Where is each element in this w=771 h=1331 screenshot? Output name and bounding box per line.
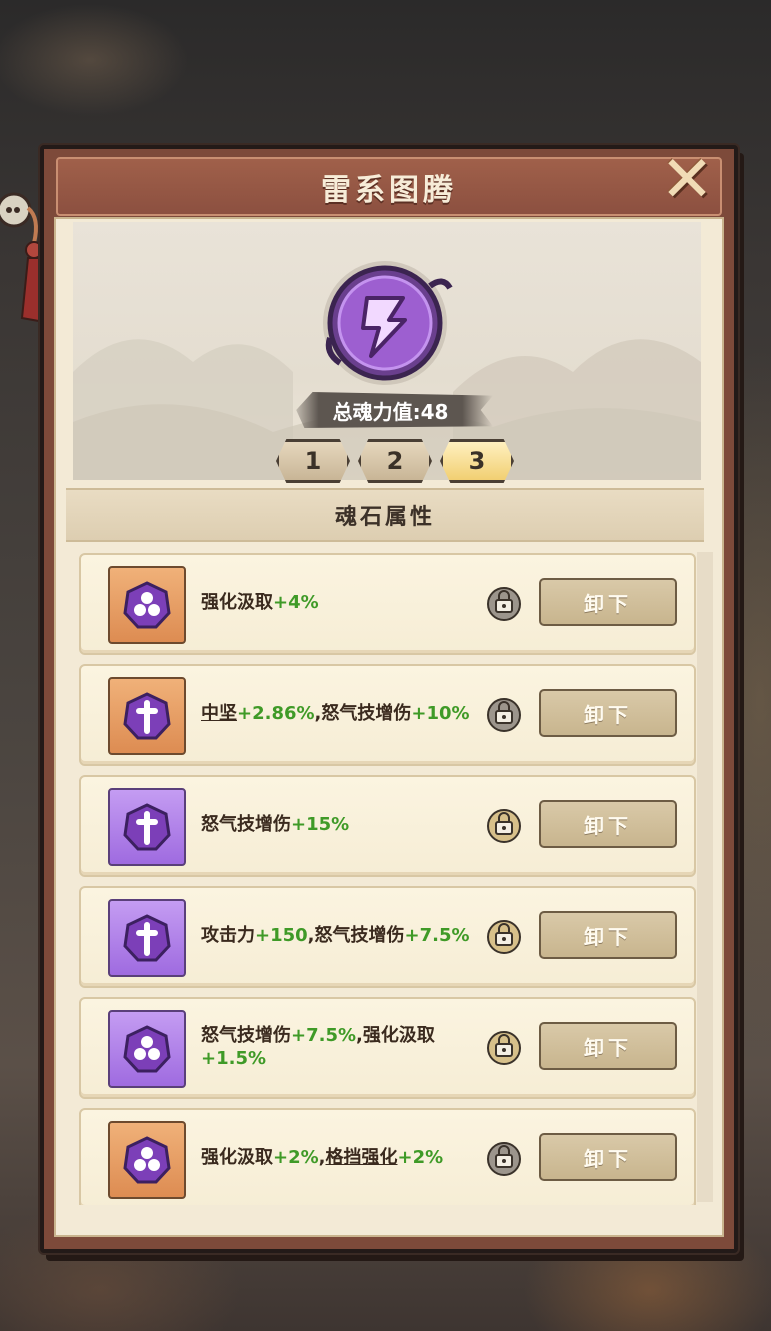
stat-name: , [318, 1147, 326, 1169]
unequip-button[interactable]: 卸下 [539, 1022, 677, 1070]
tab-1[interactable]: 1 [276, 439, 350, 483]
close-icon[interactable]: ✕ [660, 148, 714, 212]
unequip-button[interactable]: 卸下 [539, 1133, 677, 1181]
section-header: 魂石属性 [66, 488, 704, 542]
stone-attributes: 强化汲取+2%,格挡强化+2% [201, 1110, 491, 1205]
stone-attributes: 怒气技增伤+15% [201, 777, 491, 873]
soul-stone-row: 强化汲取+2%,格挡强化+2% 卸下 [79, 1108, 696, 1205]
lock-icon[interactable] [486, 697, 522, 733]
total-soul-power: 总魂力值:48 [296, 392, 493, 428]
stone-attributes: 怒气技增伤+7.5%,强化汲取 +1.5% [201, 999, 491, 1095]
lock-icon[interactable] [486, 919, 522, 955]
stat-value: +2.86% [237, 703, 315, 725]
soul-stone-row: 攻击力+150,怒气技增伤+7.5% 卸下 [79, 886, 696, 988]
unequip-button[interactable]: 卸下 [539, 911, 677, 959]
stat-name: 强化汲取 [201, 592, 273, 614]
lock-icon[interactable] [486, 1030, 522, 1066]
soul-stone-row: 中坚+2.86%,怒气技增伤+10% 卸下 [79, 664, 696, 766]
soul-stone-triple-leaf-icon[interactable] [108, 1121, 186, 1199]
unequip-button[interactable]: 卸下 [539, 689, 677, 737]
soul-stone-list: 强化汲取+4% 卸下 中坚+2.86%,怒气技增伤+10% 卸下 怒气技增伤+15% 卸下… [66, 545, 714, 1205]
stat-value: +2% [397, 1147, 444, 1169]
soul-stone-triple-leaf-icon[interactable] [108, 566, 186, 644]
soul-stone-sword-icon[interactable] [108, 677, 186, 755]
lightning-emblem-icon [323, 261, 453, 385]
unequip-button[interactable]: 卸下 [539, 578, 677, 626]
stone-attributes: 强化汲取+4% [201, 555, 491, 651]
panel-title: 雷系图腾 [321, 172, 457, 208]
soul-stone-sword-icon[interactable] [108, 788, 186, 866]
stat-value: +7.5% [404, 925, 470, 947]
lock-icon[interactable] [486, 808, 522, 844]
stat-value: +15% [291, 814, 350, 836]
tab-2[interactable]: 2 [358, 439, 432, 483]
soul-stone-triple-leaf-icon[interactable] [108, 1010, 186, 1088]
lock-icon[interactable] [486, 1141, 522, 1177]
stone-attributes: 中坚+2.86%,怒气技增伤+10% [201, 666, 491, 762]
section-title: 魂石属性 [334, 505, 435, 530]
soul-stone-row: 怒气技增伤+7.5%,强化汲取 +1.5% 卸下 [79, 997, 696, 1099]
stat-name: ,怒气技增伤 [307, 925, 405, 947]
stat-value: +150 [255, 925, 308, 947]
panel-header: 雷系图腾 [56, 157, 722, 216]
stat-value: +4% [273, 592, 319, 614]
tab-3[interactable]: 3 [440, 439, 514, 483]
stat-name: 强化汲取 [201, 1147, 273, 1169]
stat-value: +1.5% [201, 1048, 267, 1069]
stat-name: 怒气技增伤 [201, 1024, 291, 1046]
stat-name[interactable]: 格挡强化 [326, 1147, 398, 1168]
stone-attributes: 攻击力+150,怒气技增伤+7.5% [201, 888, 491, 984]
stat-value: +7.5% [291, 1024, 357, 1046]
soul-stone-sword-icon[interactable] [108, 899, 186, 977]
lock-icon[interactable] [486, 586, 522, 622]
stat-name: 攻击力 [201, 925, 255, 947]
stat-value: +2% [273, 1147, 319, 1169]
stat-name: 怒气技增伤 [201, 814, 291, 836]
stat-name: ,强化汲取 [356, 1024, 435, 1046]
close-button[interactable]: ✕ [655, 148, 719, 212]
stat-value: +10% [411, 703, 470, 725]
stat-name[interactable]: 中坚 [201, 703, 237, 724]
soul-stone-row: 强化汲取+4% 卸下 [79, 553, 696, 655]
page-tabs: 1 2 3 [276, 439, 514, 483]
stat-name: ,怒气技增伤 [314, 703, 412, 725]
unequip-button[interactable]: 卸下 [539, 800, 677, 848]
soul-stone-row: 怒气技增伤+15% 卸下 [79, 775, 696, 877]
